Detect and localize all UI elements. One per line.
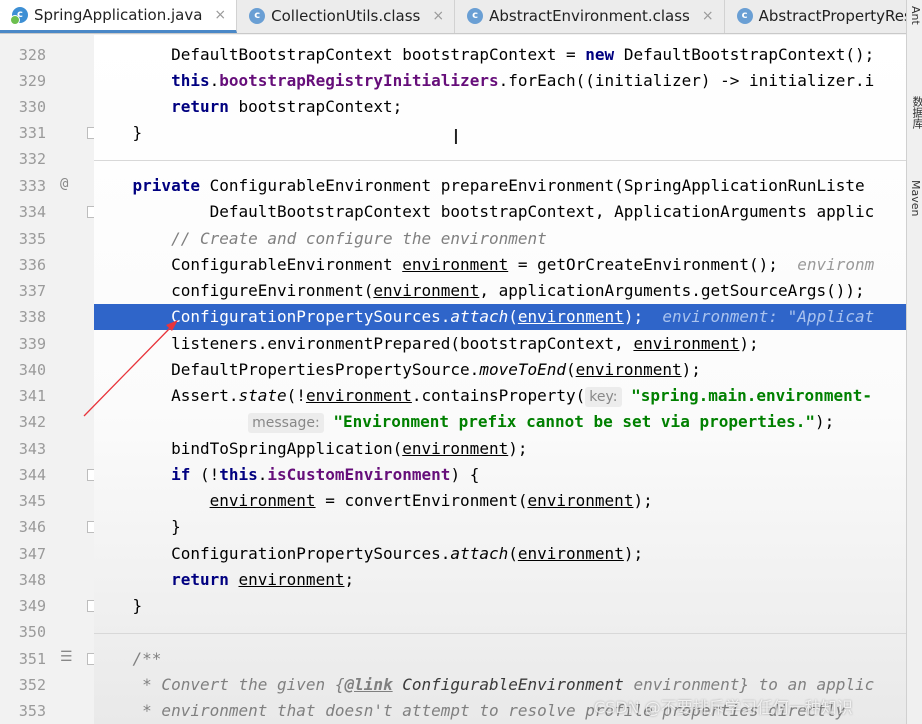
line-number: 332 <box>18 150 46 168</box>
line-number: 342 <box>18 413 46 431</box>
line-number: 329 <box>18 72 46 90</box>
code-line: private ConfigurableEnvironment prepareE… <box>132 176 865 195</box>
line-number: 348 <box>18 571 46 589</box>
code-editor[interactable]: DefaultBootstrapContext bootstrapContext… <box>94 35 906 724</box>
ant-tool-button[interactable]: Ant <box>909 6 922 25</box>
line-number: 338 <box>18 308 46 326</box>
code-line: DefaultBootstrapContext bootstrapContext… <box>209 202 875 221</box>
code-line: } <box>132 123 143 142</box>
tab-label: CollectionUtils.class <box>271 7 421 25</box>
line-number: 333 <box>18 177 46 195</box>
code-line: message: "Environment prefix cannot be s… <box>94 409 906 435</box>
tab-spring-application[interactable]: c SpringApplication.java × <box>0 0 238 33</box>
line-number: 336 <box>18 256 46 274</box>
line-number: 349 <box>18 597 46 615</box>
tab-label: AbstractPropertyRes <box>758 7 906 25</box>
line-number: 334 <box>18 203 46 221</box>
line-number: 344 <box>18 466 46 484</box>
tab-collection-utils[interactable]: c CollectionUtils.class × <box>237 0 456 33</box>
code-line: } <box>171 517 181 536</box>
tab-label: SpringApplication.java <box>34 5 203 24</box>
code-line: return bootstrapContext; <box>171 97 403 116</box>
text-cursor-icon: I <box>453 125 459 149</box>
line-number: 353 <box>18 702 46 720</box>
code-line: DefaultPropertiesPropertySource.moveToEn… <box>171 360 701 379</box>
line-number: 337 <box>18 282 46 300</box>
code-line: // Create and configure the environment <box>171 229 547 248</box>
line-number: 346 <box>18 518 46 536</box>
line-number: 331 <box>18 124 46 142</box>
param-hint: message: <box>248 413 324 433</box>
current-execution-line: ConfigurationPropertySources.attach(envi… <box>94 304 906 330</box>
tab-abstract-property-res[interactable]: c AbstractPropertyRes <box>725 0 906 33</box>
java-class-icon: c <box>10 6 28 25</box>
database-tool-button[interactable]: 数据库 <box>909 96 922 129</box>
editor-tab-bar: c SpringApplication.java × c CollectionU… <box>0 0 906 34</box>
line-number: 343 <box>18 440 46 458</box>
doc-comment-icon[interactable]: ☰ <box>60 649 73 665</box>
code-line: } <box>132 596 143 615</box>
line-number: 351 <box>18 650 46 668</box>
method-separator <box>94 160 906 161</box>
line-number: 347 <box>18 545 46 563</box>
code-line: bindToSpringApplication(environment); <box>171 439 528 458</box>
watermark: CSDN @不要排斥学习任何一种知识 <box>594 698 853 717</box>
tab-label: AbstractEnvironment.class <box>489 7 690 25</box>
line-number: 341 <box>18 387 46 405</box>
code-line: this.bootstrapRegistryInitializers.forEa… <box>171 71 875 90</box>
code-line: Assert.state(!environment.containsProper… <box>171 386 872 407</box>
line-number: 335 <box>18 230 46 248</box>
class-file-icon: c <box>249 8 266 24</box>
line-number: 339 <box>18 335 46 353</box>
inline-value-hint: environm <box>797 255 875 274</box>
method-separator <box>94 633 906 634</box>
code-line: /** <box>132 649 162 668</box>
line-number: 340 <box>18 361 46 379</box>
code-line: DefaultBootstrapContext bootstrapContext… <box>171 45 875 64</box>
code-line: listeners.environmentPrepared(bootstrapC… <box>171 334 759 353</box>
class-file-icon: c <box>467 8 484 24</box>
param-hint: key: <box>585 387 622 407</box>
code-line: ConfigurationPropertySources.attach(envi… <box>171 544 644 563</box>
right-tool-strip: Ant 数据库 Maven <box>906 0 922 724</box>
tab-abstract-environment[interactable]: c AbstractEnvironment.class × <box>455 0 725 33</box>
code-line: ConfigurableEnvironment environment = ge… <box>171 255 875 274</box>
line-number: 350 <box>18 623 46 641</box>
code-line: environment = convertEnvironment(environ… <box>209 491 653 510</box>
class-file-icon: c <box>736 8 753 24</box>
line-number: 345 <box>18 492 46 510</box>
close-icon[interactable]: × <box>432 8 444 24</box>
line-number: 328 <box>18 46 46 64</box>
override-marker-icon[interactable]: @ <box>60 176 68 192</box>
code-line: configureEnvironment(environment, applic… <box>171 281 865 300</box>
close-icon[interactable]: × <box>214 7 226 23</box>
line-number: 330 <box>18 98 46 116</box>
close-icon[interactable]: × <box>702 8 714 24</box>
inline-value-hint: environment: "Applicat <box>662 307 875 326</box>
maven-tool-button[interactable]: Maven <box>909 180 922 216</box>
code-line: if (!this.isCustomEnvironment) { <box>171 465 480 484</box>
line-number: 352 <box>18 676 46 694</box>
code-line: return environment; <box>171 570 355 589</box>
